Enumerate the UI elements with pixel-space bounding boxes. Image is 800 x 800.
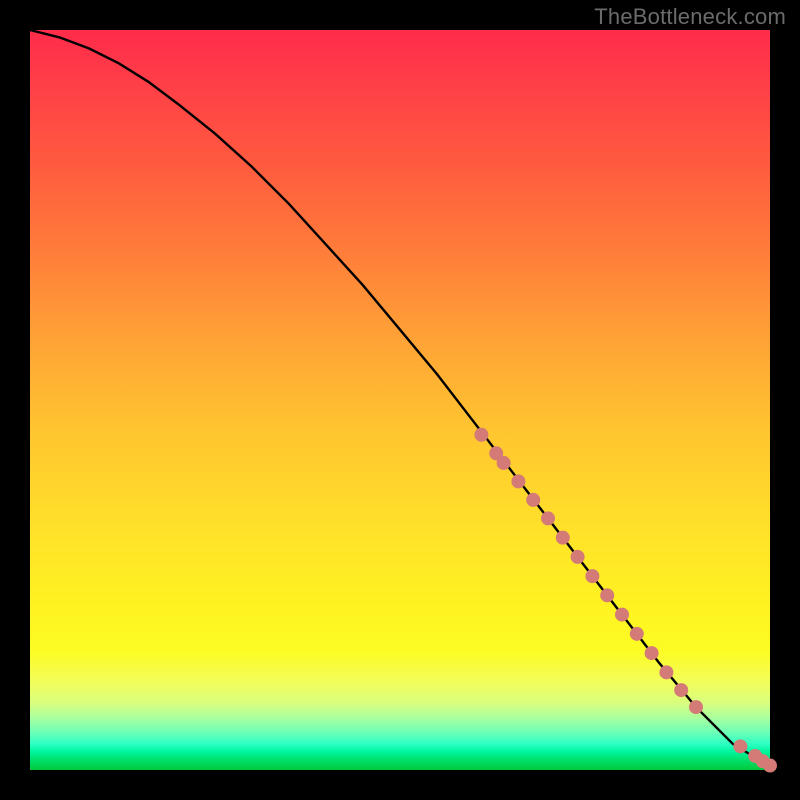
chart-svg [30,30,770,770]
data-point [497,456,511,470]
data-point [474,428,488,442]
data-point [556,531,570,545]
data-point [763,759,777,773]
data-point [511,474,525,488]
data-point [585,569,599,583]
stage: TheBottleneck.com [0,0,800,800]
data-point [689,700,703,714]
data-point [571,550,585,564]
data-point [645,646,659,660]
data-point [733,739,747,753]
data-point [615,608,629,622]
data-point [541,511,555,525]
curve-line [30,30,770,766]
data-point [659,665,673,679]
data-point [526,493,540,507]
data-point [600,588,614,602]
attribution-text: TheBottleneck.com [594,4,786,30]
scatter-points [474,428,777,773]
data-point [630,627,644,641]
data-point [674,683,688,697]
plot-area [30,30,770,770]
